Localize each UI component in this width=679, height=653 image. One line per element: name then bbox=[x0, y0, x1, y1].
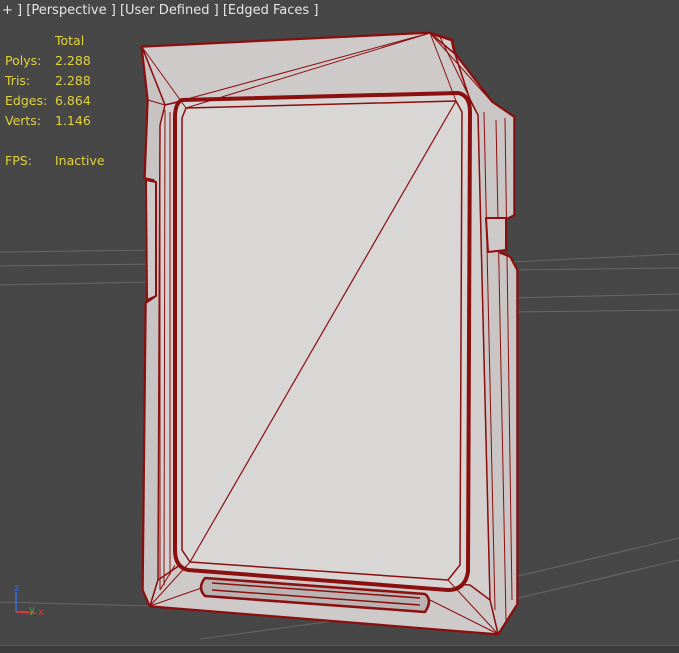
stats-fps-label: FPS: bbox=[5, 153, 32, 168]
stats-edges-value: 6.864 bbox=[55, 93, 91, 108]
stats-row-fps: FPS: Inactive bbox=[5, 151, 105, 171]
stats-polys-label: Polys: bbox=[5, 53, 42, 68]
stats-tris-value: 2.288 bbox=[55, 73, 91, 88]
mesh-object[interactable] bbox=[140, 31, 519, 636]
stats-header: Total bbox=[55, 33, 85, 48]
axis-z-label: z bbox=[14, 583, 19, 594]
stats-row-edges: Edges: 6.864 bbox=[5, 91, 105, 111]
viewport-bottom-border bbox=[0, 645, 679, 653]
perspective-viewport[interactable]: z y x + ] [Perspective ] [User Defined ]… bbox=[0, 0, 679, 653]
mesh-side-button-left bbox=[145, 179, 157, 301]
stats-edges-label: Edges: bbox=[5, 93, 48, 108]
stats-row-polys: Polys: 2.288 bbox=[5, 51, 105, 71]
viewport-view-menu[interactable]: [Perspective ] bbox=[26, 3, 116, 18]
axis-y-label: y bbox=[29, 605, 35, 616]
stats-tris-label: Tris: bbox=[5, 73, 31, 88]
viewport-edged-faces-menu[interactable]: [Edged Faces ] bbox=[223, 3, 319, 18]
axis-x-label: x bbox=[38, 607, 44, 618]
stats-verts-value: 1.146 bbox=[55, 113, 91, 128]
stats-verts-label: Verts: bbox=[5, 113, 42, 128]
mesh-screen bbox=[181, 100, 463, 581]
axis-tripod: z y x bbox=[14, 583, 44, 618]
viewport-plus-menu[interactable]: + ] bbox=[2, 3, 22, 18]
viewport-label-bar: + ] [Perspective ] [User Defined ] [Edge… bbox=[2, 3, 318, 18]
stats-polys-value: 2.288 bbox=[55, 53, 91, 68]
stats-row-tris: Tris: 2.288 bbox=[5, 71, 105, 91]
stats-fps-value: Inactive bbox=[55, 153, 105, 168]
mesh-side-button-top bbox=[485, 217, 507, 253]
viewport-shading-menu[interactable]: [User Defined ] bbox=[120, 3, 219, 18]
stats-row-verts: Verts: 1.146 bbox=[5, 111, 105, 131]
statistics-overlay: Total Polys: 2.288 Tris: 2.288 Edges: 6.… bbox=[5, 31, 105, 171]
